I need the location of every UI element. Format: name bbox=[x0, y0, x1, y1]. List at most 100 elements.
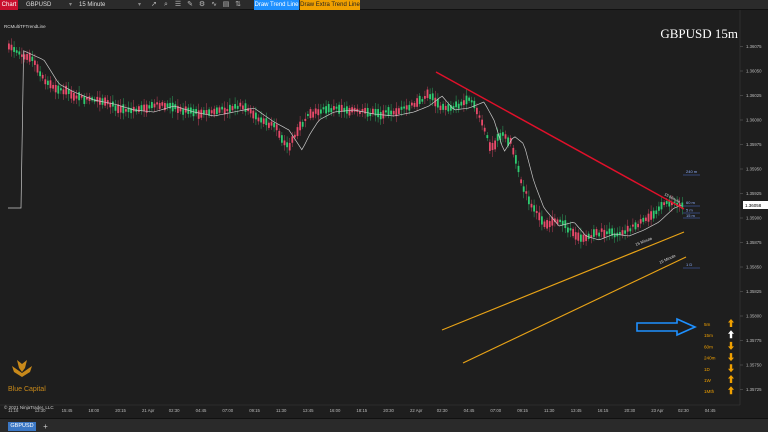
cursor-icon[interactable]: ➚ bbox=[150, 1, 158, 9]
candle-body bbox=[239, 102, 242, 107]
time-tick-label: 15:45 bbox=[62, 408, 73, 413]
candle-body bbox=[442, 103, 444, 110]
candle-body bbox=[405, 105, 408, 110]
candle-body bbox=[525, 191, 528, 194]
chart-canvas[interactable]: 15 Minute 15 Minute 15 Minute 240 m 60 m… bbox=[0, 10, 768, 418]
price-tick-label: 1.36000 bbox=[746, 118, 762, 123]
candle-body bbox=[642, 217, 645, 222]
time-tick-label: 04:45 bbox=[196, 408, 207, 413]
interval-selector[interactable]: 15 Minute bbox=[79, 0, 139, 10]
candle-body bbox=[600, 228, 603, 232]
candle-body bbox=[291, 136, 294, 143]
candle-body bbox=[572, 228, 574, 237]
candle-body bbox=[424, 95, 426, 99]
orange-trend-line-bottom[interactable] bbox=[462, 256, 687, 364]
candle-body bbox=[210, 110, 213, 114]
candle-body bbox=[663, 202, 665, 206]
candle-body bbox=[517, 165, 520, 173]
time-tick-label: 11:30 bbox=[276, 408, 287, 413]
price-tick-label: 1.36075 bbox=[746, 44, 762, 49]
candle-body bbox=[483, 127, 486, 132]
red-trend-line[interactable] bbox=[435, 71, 685, 210]
candle-body bbox=[348, 107, 351, 116]
candle-body bbox=[273, 123, 275, 128]
chevron-down-icon[interactable]: ▾ bbox=[69, 0, 72, 10]
candle-body bbox=[301, 121, 304, 127]
moving-average-line bbox=[8, 50, 682, 241]
chart-trader-icon[interactable]: ⇅ bbox=[234, 1, 242, 9]
candle-body bbox=[463, 100, 465, 106]
candle-body bbox=[138, 106, 140, 112]
candle-body bbox=[132, 106, 135, 112]
candle-body bbox=[645, 217, 647, 221]
candle-body bbox=[213, 108, 216, 115]
time-axis[interactable]: 11:15 13:30 15:45 18:00 20:15 21 Apr 02:30 04:4… bbox=[0, 404, 740, 413]
add-tab-icon[interactable]: + bbox=[41, 422, 50, 431]
time-tick-label: 02:30 bbox=[678, 408, 689, 413]
strategy-icon[interactable]: ⚙ bbox=[198, 1, 206, 9]
candle-body bbox=[491, 142, 494, 151]
symbol-timeframe-label: GBPUSD 15m bbox=[660, 26, 738, 41]
candle-body bbox=[260, 117, 262, 123]
timeframe-label: 1W bbox=[704, 378, 712, 383]
timeframe-label: 5m bbox=[704, 322, 711, 327]
timeframe-label: 1D bbox=[704, 367, 711, 372]
candle-body bbox=[197, 110, 200, 119]
candle-body bbox=[512, 147, 515, 155]
candle-body bbox=[166, 103, 169, 108]
candle-body bbox=[629, 228, 632, 232]
candle-body bbox=[83, 96, 86, 104]
candle-body bbox=[530, 203, 533, 208]
instrument-selector[interactable]: GBPUSD bbox=[26, 0, 70, 10]
chart-menu-button[interactable]: Chart bbox=[0, 0, 18, 10]
candle-body bbox=[44, 79, 47, 85]
candle-body bbox=[161, 102, 164, 106]
drawing-tools-icon[interactable]: ✎ bbox=[186, 1, 194, 9]
time-tick-label: 16:15 bbox=[598, 408, 609, 413]
candle-body bbox=[624, 230, 626, 234]
candle-body bbox=[226, 109, 229, 112]
candle-body bbox=[593, 229, 595, 237]
candle-body bbox=[156, 102, 158, 105]
candle-body bbox=[52, 84, 54, 89]
time-tick-label: 23 Apr bbox=[651, 408, 664, 413]
candle-body bbox=[320, 109, 322, 114]
candle-body bbox=[34, 60, 36, 65]
label-15m: 15 m bbox=[686, 213, 696, 218]
label-5m: 5 m bbox=[686, 208, 693, 213]
candle-body bbox=[299, 121, 301, 131]
timeframe-trend-panel: 5m 15m 60m 240m 1D 1W 1Mth bbox=[704, 319, 734, 395]
chevron-down-icon[interactable]: ▾ bbox=[138, 0, 141, 10]
candle-body bbox=[603, 229, 606, 238]
candle-body bbox=[218, 107, 221, 113]
candle-body bbox=[26, 54, 28, 60]
candle-body bbox=[236, 105, 239, 109]
draw-trend-line-button[interactable]: Draw Trend Line bbox=[254, 0, 299, 10]
candle-body bbox=[41, 74, 44, 79]
tab-gbpusd[interactable]: GBPUSD bbox=[8, 422, 36, 431]
candle-body bbox=[439, 105, 442, 111]
candle-body bbox=[151, 102, 153, 109]
chart-toolbar: Chart GBPUSD ▾ 15 Minute ▾ ➚ ⌕ ☰ ✎ ⚙ ∿ ▤… bbox=[0, 0, 768, 10]
properties-icon[interactable]: ☰ bbox=[174, 1, 182, 9]
candle-body bbox=[535, 210, 538, 214]
candle-body bbox=[478, 115, 481, 118]
zoom-icon[interactable]: ⌕ bbox=[162, 1, 170, 9]
timeframe-label: 240m bbox=[704, 356, 716, 361]
arrow-down-icon bbox=[728, 341, 734, 350]
candle-body bbox=[473, 100, 476, 109]
candle-body bbox=[325, 106, 327, 114]
draw-extra-trend-line-button[interactable]: Draw Extra Trend Line bbox=[300, 0, 360, 10]
templates-icon[interactable]: ▤ bbox=[222, 1, 230, 9]
price-tick-label: 1.35750 bbox=[746, 363, 762, 368]
indicator-icon[interactable]: ∿ bbox=[210, 1, 218, 9]
timeframe-label: 1Mth bbox=[704, 389, 715, 394]
candle-body bbox=[411, 102, 413, 106]
candle-body bbox=[317, 109, 320, 116]
time-tick-label: 18:00 bbox=[88, 408, 99, 413]
candle-body bbox=[8, 43, 10, 50]
candle-body bbox=[559, 219, 561, 223]
candle-body bbox=[221, 106, 223, 110]
candle-body bbox=[265, 118, 268, 126]
price-chart[interactable]: 15 Minute 15 Minute 15 Minute 240 m 60 m… bbox=[0, 10, 768, 418]
